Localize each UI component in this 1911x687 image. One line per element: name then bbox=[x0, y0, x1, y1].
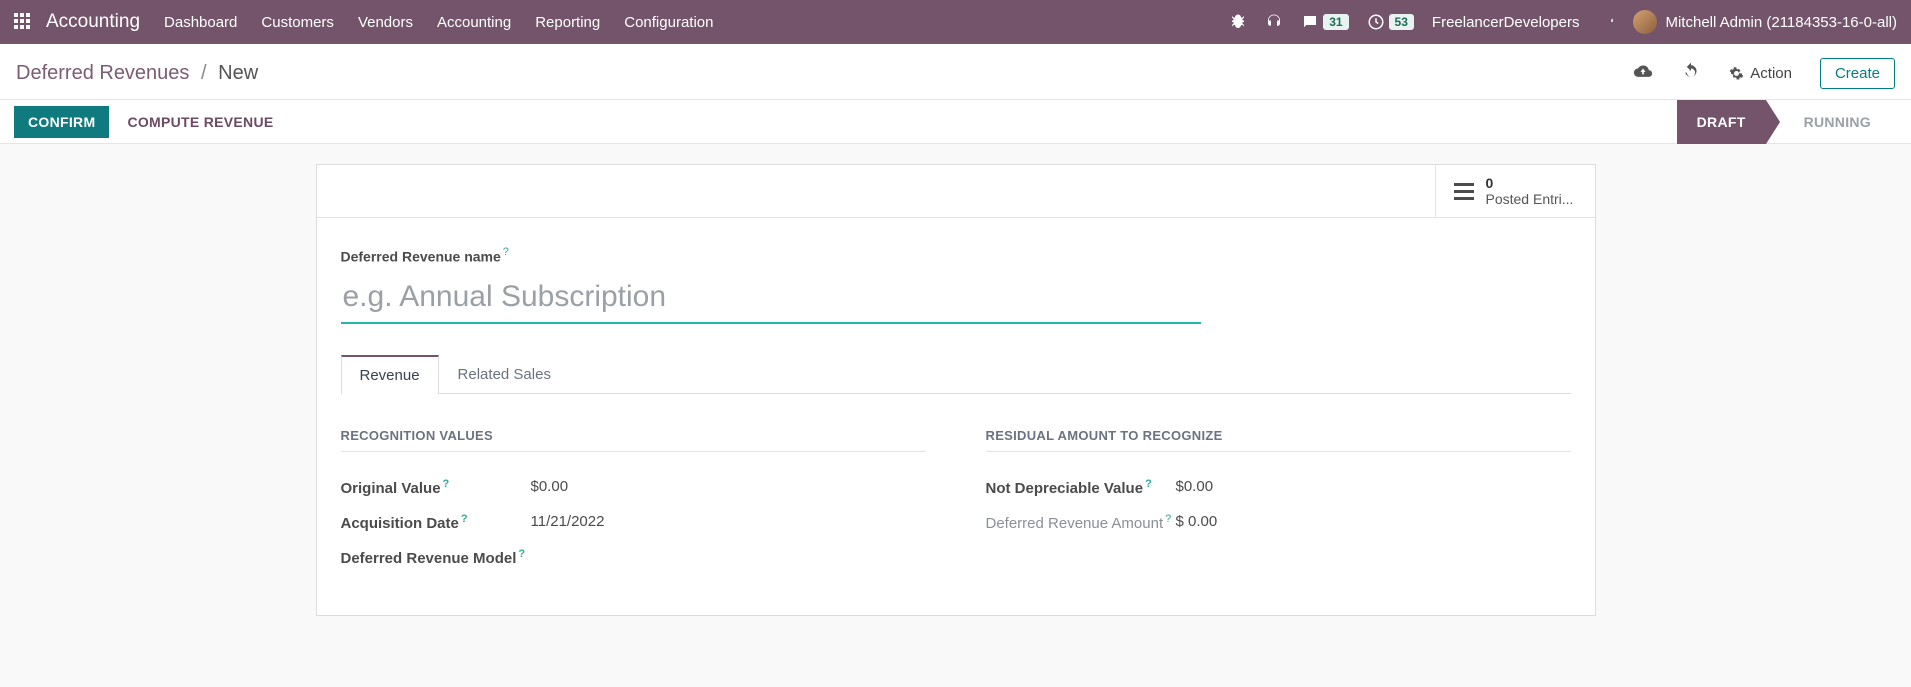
menu-dashboard[interactable]: Dashboard bbox=[164, 14, 237, 31]
tabs: Revenue Related Sales bbox=[341, 354, 1571, 394]
deferred-revenue-amount-label: Deferred Revenue Amount bbox=[986, 515, 1164, 532]
gear-icon bbox=[1729, 66, 1744, 81]
chat-icon bbox=[1301, 13, 1319, 31]
tab-revenue[interactable]: Revenue bbox=[341, 355, 439, 394]
posted-entries-stat[interactable]: 0 Posted Entri... bbox=[1435, 165, 1595, 217]
messages-button[interactable]: 31 bbox=[1301, 13, 1348, 31]
clock-icon bbox=[1367, 13, 1385, 31]
help-icon[interactable]: ? bbox=[461, 513, 468, 525]
bug-icon[interactable] bbox=[1229, 13, 1247, 31]
navbar-right: 31 53 FreelancerDevelopers Mitchell Admi… bbox=[1229, 10, 1897, 34]
deferred-revenue-name-input[interactable] bbox=[341, 274, 1201, 324]
residual-amount-section: RESIDUAL AMOUNT TO RECOGNIZE Not Depreci… bbox=[986, 428, 1571, 575]
deferred-revenue-amount: $ 0.00 bbox=[1176, 513, 1218, 530]
org-name[interactable]: FreelancerDevelopers bbox=[1432, 14, 1580, 31]
cloud-save-icon[interactable] bbox=[1633, 61, 1653, 86]
create-button[interactable]: Create bbox=[1820, 58, 1895, 89]
avatar bbox=[1633, 10, 1657, 34]
breadcrumb: Deferred Revenues / New bbox=[16, 62, 258, 85]
help-icon[interactable]: ? bbox=[1145, 478, 1152, 490]
menu-customers[interactable]: Customers bbox=[261, 14, 334, 31]
main-menu: Dashboard Customers Vendors Accounting R… bbox=[164, 14, 713, 31]
action-label: Action bbox=[1750, 65, 1792, 82]
app-brand[interactable]: Accounting bbox=[46, 11, 140, 33]
name-label: Deferred Revenue name bbox=[341, 248, 501, 264]
status-steps: DRAFT RUNNING bbox=[1677, 100, 1911, 143]
original-value-label: Original Value bbox=[341, 480, 441, 497]
user-name: Mitchell Admin (21184353-16-0-all) bbox=[1665, 14, 1897, 31]
activities-badge: 53 bbox=[1389, 14, 1414, 30]
acquisition-date-label: Acquisition Date bbox=[341, 515, 459, 532]
not-depreciable-value[interactable]: $0.00 bbox=[1176, 478, 1214, 495]
breadcrumb-sep: / bbox=[201, 62, 207, 84]
list-icon bbox=[1454, 183, 1474, 200]
deferred-revenue-model-label: Deferred Revenue Model bbox=[341, 550, 517, 567]
section-title-recognition: RECOGNITION VALUES bbox=[341, 428, 926, 452]
support-icon[interactable] bbox=[1265, 13, 1283, 31]
cp-actions: Action Create bbox=[1633, 58, 1895, 89]
status-bar: CONFIRM COMPUTE REVENUE DRAFT RUNNING bbox=[0, 100, 1911, 144]
not-depreciable-label: Not Depreciable Value bbox=[986, 480, 1144, 497]
section-title-residual: RESIDUAL AMOUNT TO RECOGNIZE bbox=[986, 428, 1571, 452]
help-icon[interactable]: ? bbox=[518, 548, 525, 560]
apps-icon[interactable] bbox=[14, 13, 32, 31]
control-panel: Deferred Revenues / New Action Create bbox=[0, 44, 1911, 100]
confirm-button[interactable]: CONFIRM bbox=[14, 106, 109, 138]
menu-accounting[interactable]: Accounting bbox=[437, 14, 511, 31]
action-dropdown[interactable]: Action bbox=[1729, 65, 1792, 82]
compute-revenue-button[interactable]: COMPUTE REVENUE bbox=[127, 114, 273, 130]
help-icon[interactable]: ? bbox=[503, 246, 509, 258]
status-draft[interactable]: DRAFT bbox=[1677, 100, 1766, 144]
tools-icon[interactable] bbox=[1597, 13, 1615, 31]
status-running[interactable]: RUNNING bbox=[1784, 100, 1891, 144]
acquisition-date[interactable]: 11/21/2022 bbox=[531, 513, 605, 530]
user-menu[interactable]: Mitchell Admin (21184353-16-0-all) bbox=[1633, 10, 1897, 34]
original-value[interactable]: $0.00 bbox=[531, 478, 569, 495]
posted-entries-count: 0 bbox=[1486, 175, 1574, 191]
recognition-values-section: RECOGNITION VALUES Original Value? $0.00… bbox=[341, 428, 926, 575]
discard-icon[interactable] bbox=[1681, 61, 1701, 86]
form-sheet: 0 Posted Entri... Deferred Revenue name?… bbox=[316, 164, 1596, 616]
messages-badge: 31 bbox=[1323, 14, 1348, 30]
breadcrumb-root[interactable]: Deferred Revenues bbox=[16, 62, 189, 84]
help-icon[interactable]: ? bbox=[1165, 513, 1171, 525]
menu-reporting[interactable]: Reporting bbox=[535, 14, 600, 31]
activities-button[interactable]: 53 bbox=[1367, 13, 1414, 31]
posted-entries-label: Posted Entri... bbox=[1486, 191, 1574, 207]
menu-configuration[interactable]: Configuration bbox=[624, 14, 713, 31]
menu-vendors[interactable]: Vendors bbox=[358, 14, 413, 31]
tab-related-sales[interactable]: Related Sales bbox=[439, 355, 570, 394]
help-icon[interactable]: ? bbox=[443, 478, 450, 490]
top-navbar: Accounting Dashboard Customers Vendors A… bbox=[0, 0, 1911, 44]
breadcrumb-leaf: New bbox=[218, 62, 258, 84]
